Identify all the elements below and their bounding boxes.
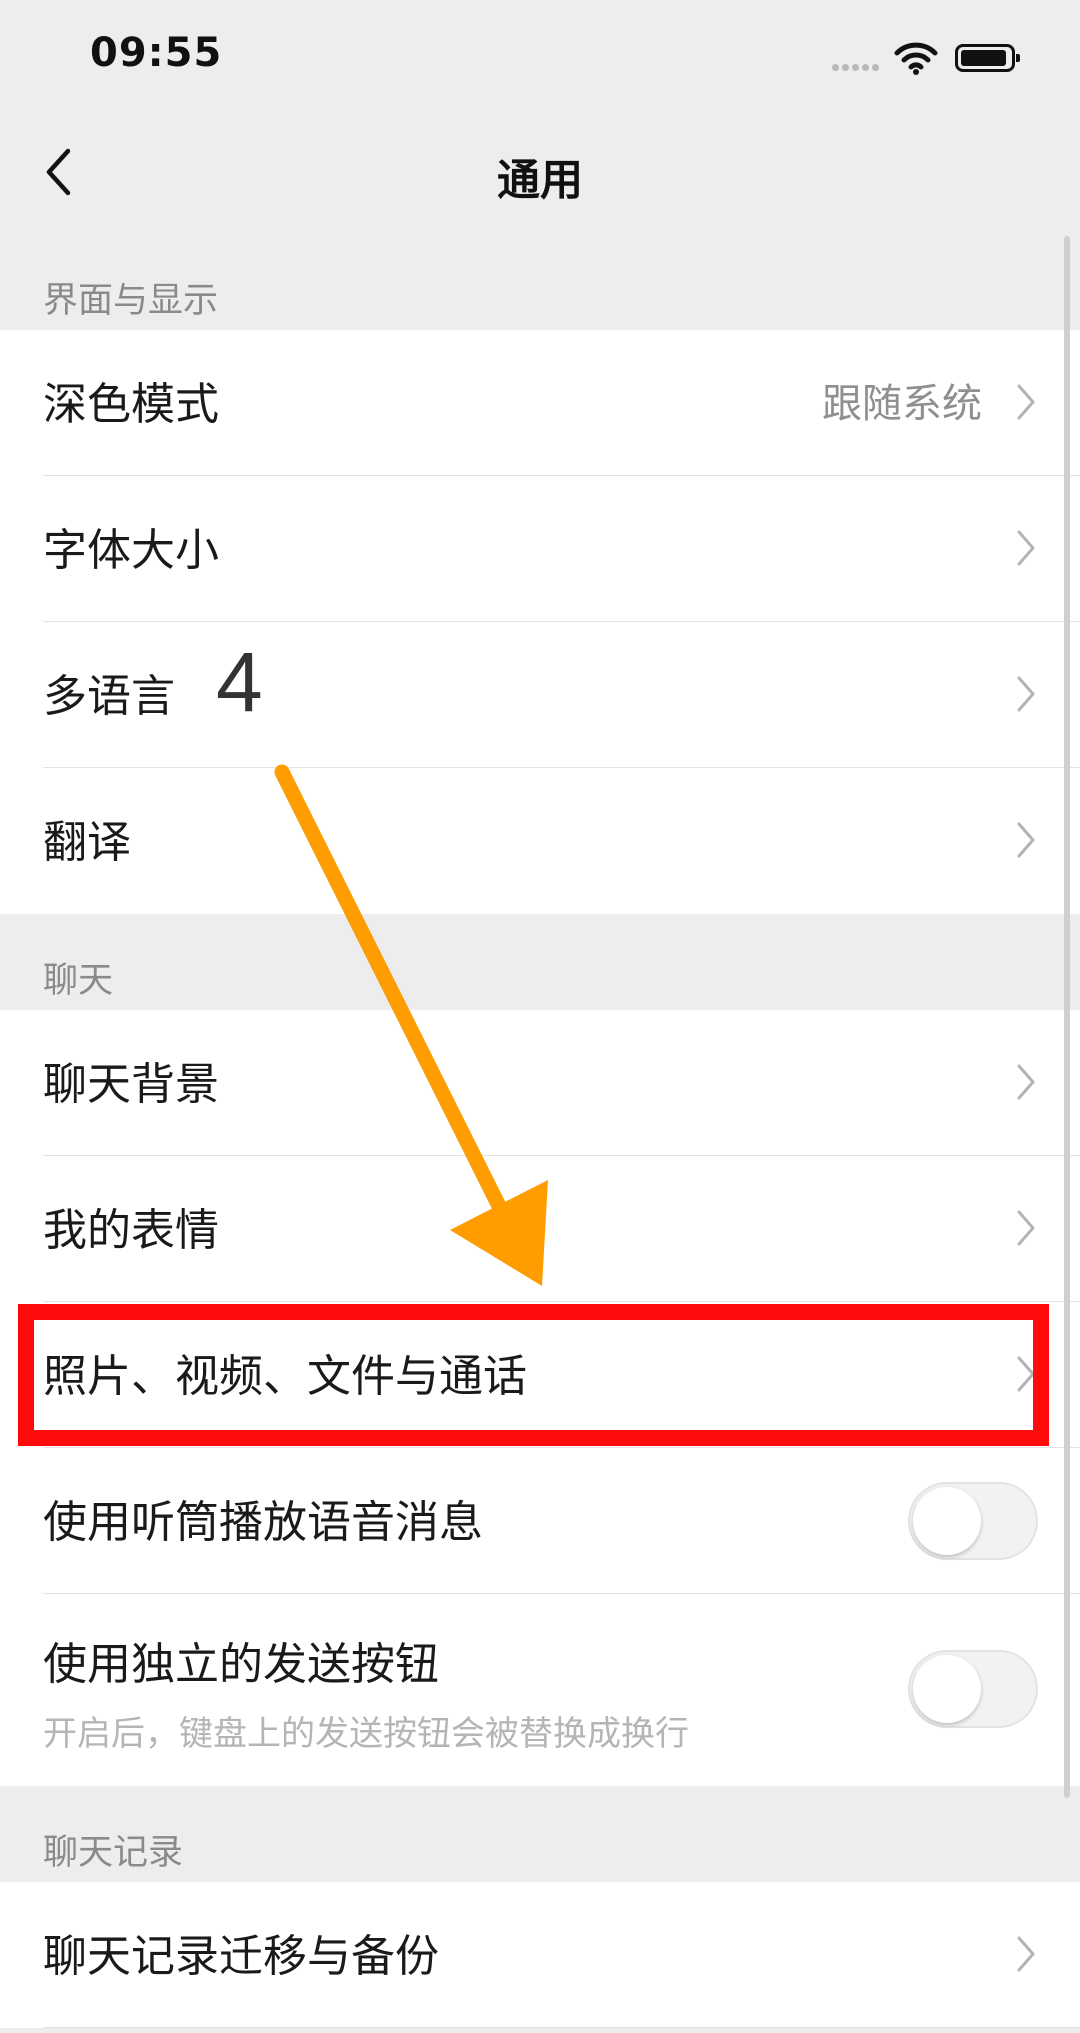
row-earpiece-voice: 使用听筒播放语音消息 — [0, 1448, 1080, 1594]
row-chat-background[interactable]: 聊天背景 — [0, 1010, 1080, 1156]
divider — [43, 2027, 1080, 2028]
dark-mode-value: 跟随系统 — [822, 381, 982, 427]
row-sublabel: 开启后，键盘上的发送按钮会被替换成换行 — [43, 1714, 689, 1754]
highlight-box — [18, 1304, 1049, 1446]
chevron-right-icon — [1017, 530, 1035, 566]
chevron-right-icon — [1017, 822, 1035, 858]
section-header-label: 界面与显示 — [43, 281, 219, 321]
row-label: 使用听筒播放语音消息 — [43, 1497, 483, 1548]
status-bar: 09:55 — [0, 0, 1080, 118]
row-send-button: 使用独立的发送按钮 开启后，键盘上的发送按钮会被替换成换行 — [0, 1594, 1080, 1786]
scrollbar[interactable] — [1064, 236, 1070, 1798]
row-my-stickers[interactable]: 我的表情 — [0, 1156, 1080, 1302]
toggle-knob — [913, 1655, 981, 1723]
row-label: 多语言 — [43, 671, 175, 722]
chevron-right-icon — [1017, 1064, 1035, 1100]
row-label: 聊天背景 — [43, 1059, 219, 1110]
row-label: 深色模式 — [43, 379, 219, 430]
row-label: 聊天记录迁移与备份 — [43, 1931, 439, 1982]
navigation-bar: 通用 — [0, 118, 1080, 230]
step-number-annotation: 4 — [216, 635, 263, 729]
section-header-display: 界面与显示 — [0, 230, 1080, 330]
row-dark-mode[interactable]: 深色模式 跟随系统 — [0, 330, 1080, 476]
row-label: 使用独立的发送按钮 — [43, 1639, 439, 1690]
row-label: 字体大小 — [43, 525, 219, 576]
chevron-right-icon — [1017, 1936, 1035, 1972]
send-button-toggle[interactable] — [908, 1650, 1038, 1728]
section-header-history: 聊天记录 — [0, 1786, 1080, 1882]
battery-icon — [955, 44, 1020, 72]
earpiece-toggle[interactable] — [908, 1482, 1038, 1560]
row-translate[interactable]: 翻译 — [0, 768, 1080, 914]
section-header-label: 聊天记录 — [43, 1833, 184, 1873]
row-label: 我的表情 — [43, 1205, 219, 1256]
row-label: 翻译 — [43, 817, 131, 868]
row-chat-history-backup[interactable]: 聊天记录迁移与备份 — [0, 1882, 1080, 2028]
chevron-right-icon — [1017, 1210, 1035, 1246]
row-language[interactable]: 多语言 4 — [0, 622, 1080, 768]
status-time: 09:55 — [90, 30, 223, 76]
cellular-signal-icon — [832, 64, 882, 83]
section-header-label: 聊天 — [43, 961, 114, 1001]
section-header-chat: 聊天 — [0, 914, 1080, 1010]
row-font-size[interactable]: 字体大小 — [0, 476, 1080, 622]
page-title: 通用 — [497, 156, 583, 206]
chevron-right-icon — [1017, 676, 1035, 712]
toggle-knob — [913, 1487, 981, 1555]
wifi-icon — [894, 42, 938, 75]
chevron-right-icon — [1017, 384, 1035, 420]
